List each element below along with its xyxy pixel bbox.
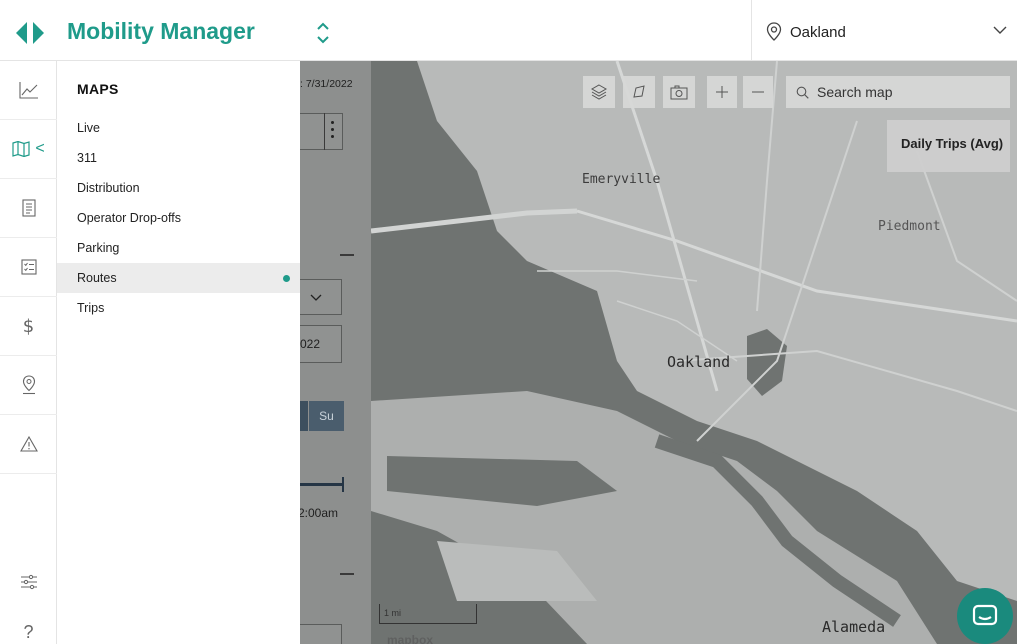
chevron-down-icon: [993, 26, 1007, 34]
menu-item-live[interactable]: Live: [57, 113, 300, 143]
app-title: Mobility Manager: [67, 18, 255, 44]
maps-menu: MAPS Live 311 Distribution Operator Drop…: [57, 61, 300, 644]
menu-item-label: Operator Drop-offs: [77, 211, 181, 225]
collapse-dash-icon[interactable]: [340, 254, 354, 256]
nav-analytics[interactable]: [0, 61, 57, 120]
place-label-emeryville: Emeryville: [582, 172, 661, 187]
menu-item-operator-drop-offs[interactable]: Operator Drop-offs: [57, 203, 300, 233]
menu-item-distribution[interactable]: Distribution: [57, 173, 300, 203]
layer-legend: Daily Trips (Avg): [887, 120, 1010, 172]
search-icon: [796, 86, 809, 99]
divider: [324, 113, 325, 150]
menu-item-label: Parking: [77, 241, 120, 255]
location-pin-icon: [766, 22, 782, 41]
city-select[interactable]: Oakland: [751, 0, 1017, 61]
layers-icon: [591, 84, 607, 100]
menu-item-311[interactable]: 311: [57, 143, 300, 173]
nav-alerts[interactable]: [0, 415, 57, 474]
date-field-text: 022: [300, 337, 321, 351]
dollar-icon: $: [22, 315, 35, 337]
draw-shape-button[interactable]: [623, 76, 655, 108]
nav-reports[interactable]: [0, 179, 57, 238]
nav-settings[interactable]: [0, 557, 57, 607]
minus-icon: [752, 91, 764, 93]
menu-item-label: Trips: [77, 301, 105, 315]
time-slider-end[interactable]: [342, 477, 344, 492]
lasso-icon: [633, 85, 645, 98]
chat-icon: [972, 604, 998, 626]
chat-button[interactable]: [957, 588, 1013, 644]
date-range-fragment: : 7/31/2022: [300, 78, 353, 90]
time-slider-track[interactable]: [300, 483, 344, 486]
menu-item-label: Live: [77, 121, 100, 135]
layers-button[interactable]: [583, 76, 615, 108]
city-name: Oakland: [790, 24, 846, 41]
help-icon: ?: [23, 621, 34, 642]
location-pin-icon: [22, 375, 35, 395]
menu-item-routes[interactable]: Routes: [57, 263, 300, 293]
camera-icon: [670, 85, 688, 99]
menu-item-trips[interactable]: Trips: [57, 293, 300, 323]
menu-item-label: 311: [77, 151, 97, 165]
warning-icon: [19, 436, 38, 452]
nav-billing[interactable]: $: [0, 297, 57, 356]
nav-maps[interactable]: <: [0, 120, 57, 179]
map-icon: [12, 141, 30, 157]
scale-bar: 1 mi: [379, 604, 477, 624]
chevron-down-icon: [310, 294, 322, 301]
checklist-icon: [20, 259, 37, 275]
nav-locations[interactable]: [0, 356, 57, 415]
filter-panel-dimmed: : 7/31/2022 022 Su 2:00am: [300, 61, 371, 644]
plus-icon: [716, 86, 728, 98]
dropdown-fragment[interactable]: [300, 624, 342, 644]
trend-chart-icon: [18, 82, 38, 99]
menu-item-label: Distribution: [77, 181, 140, 195]
chevron-up-down-icon[interactable]: [313, 20, 333, 46]
menu-item-label: Routes: [77, 271, 117, 285]
place-label-alameda: Alameda: [822, 618, 886, 636]
screenshot-button[interactable]: [663, 76, 695, 108]
search-input[interactable]: [817, 84, 997, 100]
app-header: Mobility Manager Oakland: [0, 0, 1017, 61]
nav-help[interactable]: ?: [0, 607, 57, 644]
nav-rail: < $ ?: [0, 61, 57, 644]
place-label-piedmont: Piedmont: [878, 219, 941, 234]
map-search[interactable]: [786, 76, 1010, 108]
active-indicator: [283, 275, 290, 282]
date-select-fragment: [300, 113, 343, 150]
mapbox-attribution[interactable]: mapbox: [387, 633, 433, 644]
zoom-in-button[interactable]: [707, 76, 737, 108]
nav-checklist[interactable]: [0, 238, 57, 297]
collapse-chevron-icon: <: [35, 140, 45, 157]
report-icon: [21, 199, 36, 217]
day-toggle-sun[interactable]: Su: [309, 401, 344, 431]
day-toggle-sat[interactable]: [300, 401, 308, 431]
logo-icon[interactable]: [16, 22, 44, 44]
collapse-dash-icon[interactable]: [340, 573, 354, 575]
zoom-out-button[interactable]: [743, 76, 773, 108]
menu-item-parking[interactable]: Parking: [57, 233, 300, 263]
maps-menu-heading: MAPS: [77, 81, 119, 97]
more-vertical-icon[interactable]: [331, 121, 334, 141]
place-label-oakland: Oakland: [667, 353, 731, 371]
sliders-icon: [20, 574, 37, 590]
time-label: 2:00am: [300, 506, 339, 520]
